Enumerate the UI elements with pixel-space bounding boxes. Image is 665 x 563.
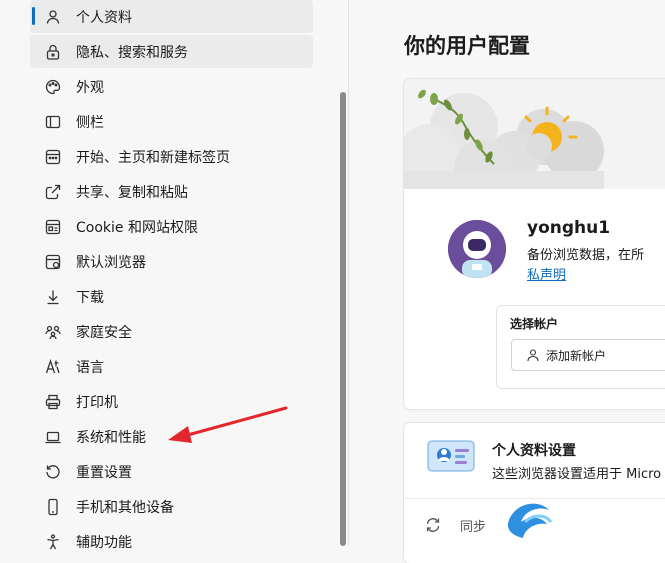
profile-description: 备份浏览数据，在所 (527, 248, 645, 263)
person-icon (44, 8, 62, 26)
sidebar-item-downloads[interactable]: 下载 (30, 280, 313, 313)
sidebar-item-label: 外观 (76, 79, 104, 96)
family-icon (44, 323, 62, 341)
sidebar-item-sidebar[interactable]: 侧栏 (30, 105, 313, 138)
add-account-label: 添加新帐户 (546, 348, 607, 363)
pane-divider (348, 0, 349, 546)
printer-icon (44, 393, 62, 411)
site-permissions-icon (44, 218, 62, 236)
phone-icon (44, 498, 62, 516)
sidebar-scrollbar-thumb[interactable] (340, 92, 346, 546)
sidebar-item-appearance[interactable]: 外观 (30, 70, 313, 103)
accessibility-icon (44, 533, 62, 551)
watermark-logo (507, 503, 553, 538)
profile-settings-description: 这些浏览器设置适用于 Micro (492, 467, 662, 482)
sync-icon (426, 518, 440, 532)
active-indicator (32, 7, 35, 25)
profile-card: yonghu1 备份浏览数据，在所 私声明 选择帐户 添加新帐户 (404, 79, 665, 409)
profile-banner (404, 79, 665, 199)
share-icon (44, 183, 62, 201)
lock-icon (44, 43, 62, 61)
privacy-statement-link[interactable]: 私声明 (527, 264, 566, 283)
account-section-label: 选择帐户 (510, 317, 559, 331)
sidebar-item-label: 辅助功能 (76, 534, 132, 551)
sidebar-item-label: Cookie 和网站权限 (76, 219, 198, 236)
sidebar-item-profile[interactable]: 个人资料 (30, 0, 313, 33)
home-tab-icon (44, 148, 62, 166)
sidebar-item-share[interactable]: 共享、复制和粘贴 (30, 175, 313, 208)
sidebar-item-label: 手机和其他设备 (76, 499, 174, 516)
language-icon (44, 358, 62, 376)
sidebar-item-label: 共享、复制和粘贴 (76, 184, 188, 201)
reset-icon (44, 463, 62, 481)
account-selector: 选择帐户 添加新帐户 (496, 305, 665, 389)
profile-name: yonghu1 (527, 218, 611, 238)
sidebar-icon (44, 113, 62, 131)
avatar[interactable] (448, 220, 506, 278)
sidebar-item-label: 语言 (76, 359, 104, 376)
sidebar-item-default-browser[interactable]: 默认浏览器 (30, 245, 313, 278)
download-icon (44, 288, 62, 306)
browser-icon (44, 253, 62, 271)
sidebar-item-reset[interactable]: 重置设置 (30, 455, 313, 488)
laptop-icon (44, 428, 62, 446)
sidebar-item-label: 个人资料 (76, 9, 132, 26)
sidebar-item-label: 下载 (76, 289, 104, 306)
sidebar-item-label: 侧栏 (76, 114, 104, 131)
add-account-button[interactable]: 添加新帐户 (511, 339, 665, 371)
palette-icon (44, 78, 62, 96)
sync-label[interactable]: 同步 (460, 516, 486, 535)
sidebar-item-label: 打印机 (76, 394, 118, 411)
sidebar-item-label: 默认浏览器 (76, 254, 146, 271)
settings-sidebar: 个人资料 隐私、搜索和服务 外观 侧栏 开始、主页和新建标签页 共享、复制和粘贴 (0, 0, 338, 551)
sidebar-item-privacy[interactable]: 隐私、搜索和服务 (30, 35, 313, 68)
person-icon (527, 349, 539, 362)
red-arrow-annotation (168, 406, 288, 443)
sidebar-item-accessibility[interactable]: 辅助功能 (30, 525, 313, 558)
profile-settings-icon (427, 440, 475, 472)
sidebar-item-start-home[interactable]: 开始、主页和新建标签页 (30, 140, 313, 173)
sidebar-item-label: 隐私、搜索和服务 (76, 44, 188, 61)
sidebar-item-label: 家庭安全 (76, 324, 132, 341)
profile-settings-title: 个人资料设置 (492, 443, 576, 459)
cloud-sun-illustration (404, 89, 604, 199)
sidebar-item-label: 系统和性能 (76, 429, 146, 446)
sidebar-item-phone[interactable]: 手机和其他设备 (30, 490, 313, 523)
sidebar-item-cookies[interactable]: Cookie 和网站权限 (30, 210, 313, 243)
sidebar-item-family[interactable]: 家庭安全 (30, 315, 313, 348)
astronaut-avatar-icon (448, 220, 506, 278)
sidebar-item-languages[interactable]: 语言 (30, 350, 313, 383)
sidebar-item-label: 重置设置 (76, 464, 132, 481)
sidebar-item-label: 开始、主页和新建标签页 (76, 149, 230, 166)
page-title: 你的用户配置 (404, 34, 530, 58)
